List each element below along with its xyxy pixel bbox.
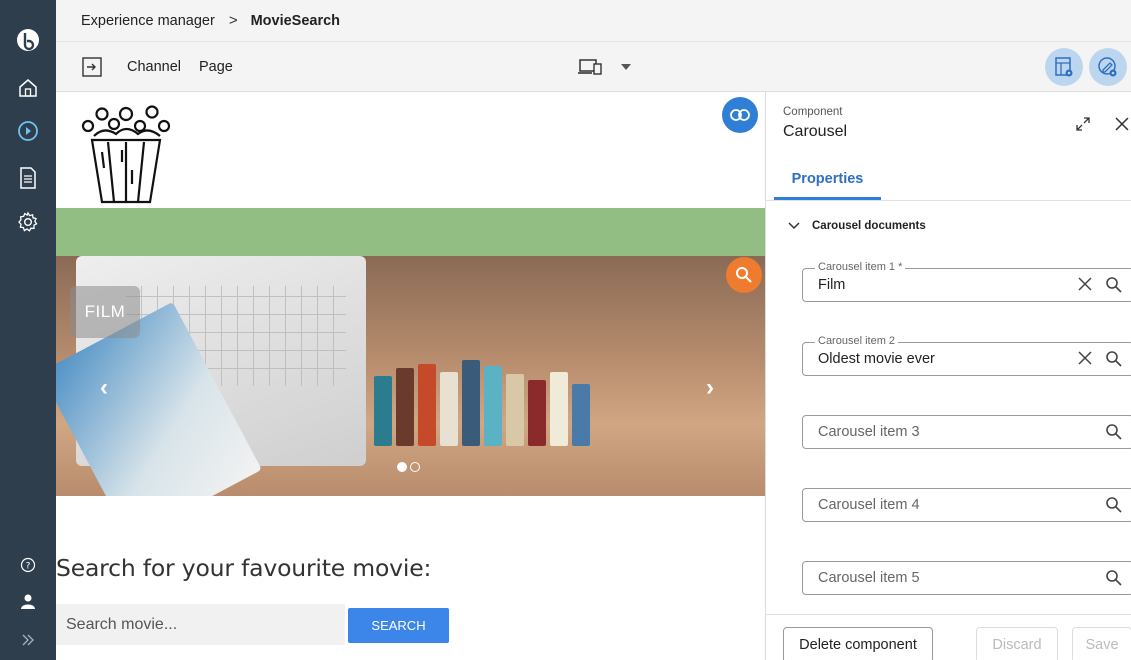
carousel-item-5-field[interactable]: Carousel item 5	[802, 561, 1131, 595]
carousel-indicators	[397, 462, 420, 472]
carousel[interactable]: FILM ‹ ›	[56, 256, 765, 496]
field-value: Oldest movie ever	[818, 351, 935, 367]
edit-preview-icon[interactable]	[1089, 48, 1127, 86]
search-icon[interactable]	[1105, 276, 1123, 299]
device-preview-icon[interactable]	[578, 42, 602, 92]
book-image	[550, 372, 568, 446]
carousel-dot[interactable]	[397, 462, 407, 472]
clear-icon[interactable]	[1077, 276, 1093, 297]
discard-button[interactable]: Discard	[976, 627, 1058, 660]
home-icon[interactable]	[0, 68, 56, 108]
left-nav: ?	[0, 0, 56, 660]
carousel-caption: FILM	[70, 286, 140, 338]
svg-text:?: ?	[26, 562, 31, 572]
book-image	[506, 374, 524, 446]
delete-component-button[interactable]: Delete component	[783, 627, 933, 660]
search-icon[interactable]	[1105, 496, 1123, 519]
search-icon[interactable]	[1105, 569, 1123, 592]
carousel-item-2-field[interactable]: Carousel item 2 Oldest movie ever	[802, 335, 1131, 376]
expand-icon[interactable]	[1073, 114, 1093, 134]
breadcrumb-root[interactable]: Experience manager	[81, 13, 215, 29]
help-icon[interactable]: ?	[0, 545, 56, 585]
book-image	[572, 384, 590, 446]
chevron-down-icon	[788, 222, 800, 230]
carousel-item-3-field[interactable]: Carousel item 3	[802, 415, 1131, 449]
exit-panel-icon[interactable]	[81, 42, 103, 92]
app-logo-icon[interactable]	[0, 20, 56, 60]
search-heading: Search for your favourite movie:	[56, 554, 432, 582]
green-band	[56, 208, 765, 256]
field-value: Film	[818, 277, 846, 293]
page-preview-icon[interactable]	[1045, 48, 1083, 86]
section-carousel-documents[interactable]: Carousel documents	[788, 220, 926, 232]
carousel-item-1-field[interactable]: Carousel item 1 * Film	[802, 261, 1131, 302]
search-button[interactable]: SEARCH	[348, 608, 449, 643]
search-fab[interactable]	[726, 257, 762, 293]
book-image	[396, 368, 414, 446]
page-preview: FILM ‹ › Search for your favourite movie…	[56, 92, 765, 660]
breadcrumb-separator: >	[228, 12, 238, 29]
panel-title: Carousel	[783, 123, 848, 140]
field-placeholder: Carousel item 4	[818, 497, 920, 513]
field-label: Carousel item 1 *	[815, 261, 906, 273]
book-image	[528, 380, 546, 446]
search-icon[interactable]	[1105, 423, 1123, 446]
double-chevron-right-icon[interactable]	[0, 620, 56, 660]
close-icon[interactable]	[1112, 114, 1131, 134]
clear-icon[interactable]	[1077, 350, 1093, 371]
book-image	[374, 376, 392, 446]
properties-panel: Component Carousel Properties Carousel d…	[765, 92, 1131, 660]
search-movie-input[interactable]	[56, 604, 345, 645]
book-image	[462, 360, 480, 446]
footer-divider	[766, 614, 1131, 615]
breadcrumb: Experience manager > MovieSearch	[56, 0, 1131, 42]
caret-down-icon[interactable]	[621, 42, 631, 92]
book-image	[440, 372, 458, 446]
breadcrumb-current: MovieSearch	[250, 12, 341, 29]
carousel-item-4-field[interactable]: Carousel item 4	[802, 488, 1131, 522]
tab-properties[interactable]: Properties	[774, 160, 881, 200]
gear-icon[interactable]	[0, 202, 56, 242]
field-label: Carousel item 2	[815, 335, 899, 347]
panel-subtitle: Component	[783, 106, 843, 118]
book-image	[484, 366, 502, 446]
carousel-dot[interactable]	[410, 462, 420, 472]
link-button[interactable]	[722, 97, 758, 133]
play-circle-icon[interactable]	[0, 111, 56, 151]
channel-menu[interactable]: Channel	[127, 42, 181, 92]
carousel-next-icon[interactable]: ›	[706, 374, 714, 402]
book-image	[418, 364, 436, 446]
popcorn-icon	[76, 100, 176, 209]
field-placeholder: Carousel item 5	[818, 570, 920, 586]
search-icon[interactable]	[1105, 350, 1123, 373]
user-icon[interactable]	[0, 581, 56, 621]
document-icon[interactable]	[0, 158, 56, 198]
save-button[interactable]: Save	[1072, 627, 1131, 660]
field-placeholder: Carousel item 3	[818, 424, 920, 440]
carousel-prev-icon[interactable]: ‹	[100, 374, 108, 402]
section-title: Carousel documents	[812, 220, 926, 232]
page-menu[interactable]: Page	[199, 42, 233, 92]
editor-toolbar: Channel Page	[56, 42, 1131, 92]
tab-divider	[766, 200, 1131, 201]
